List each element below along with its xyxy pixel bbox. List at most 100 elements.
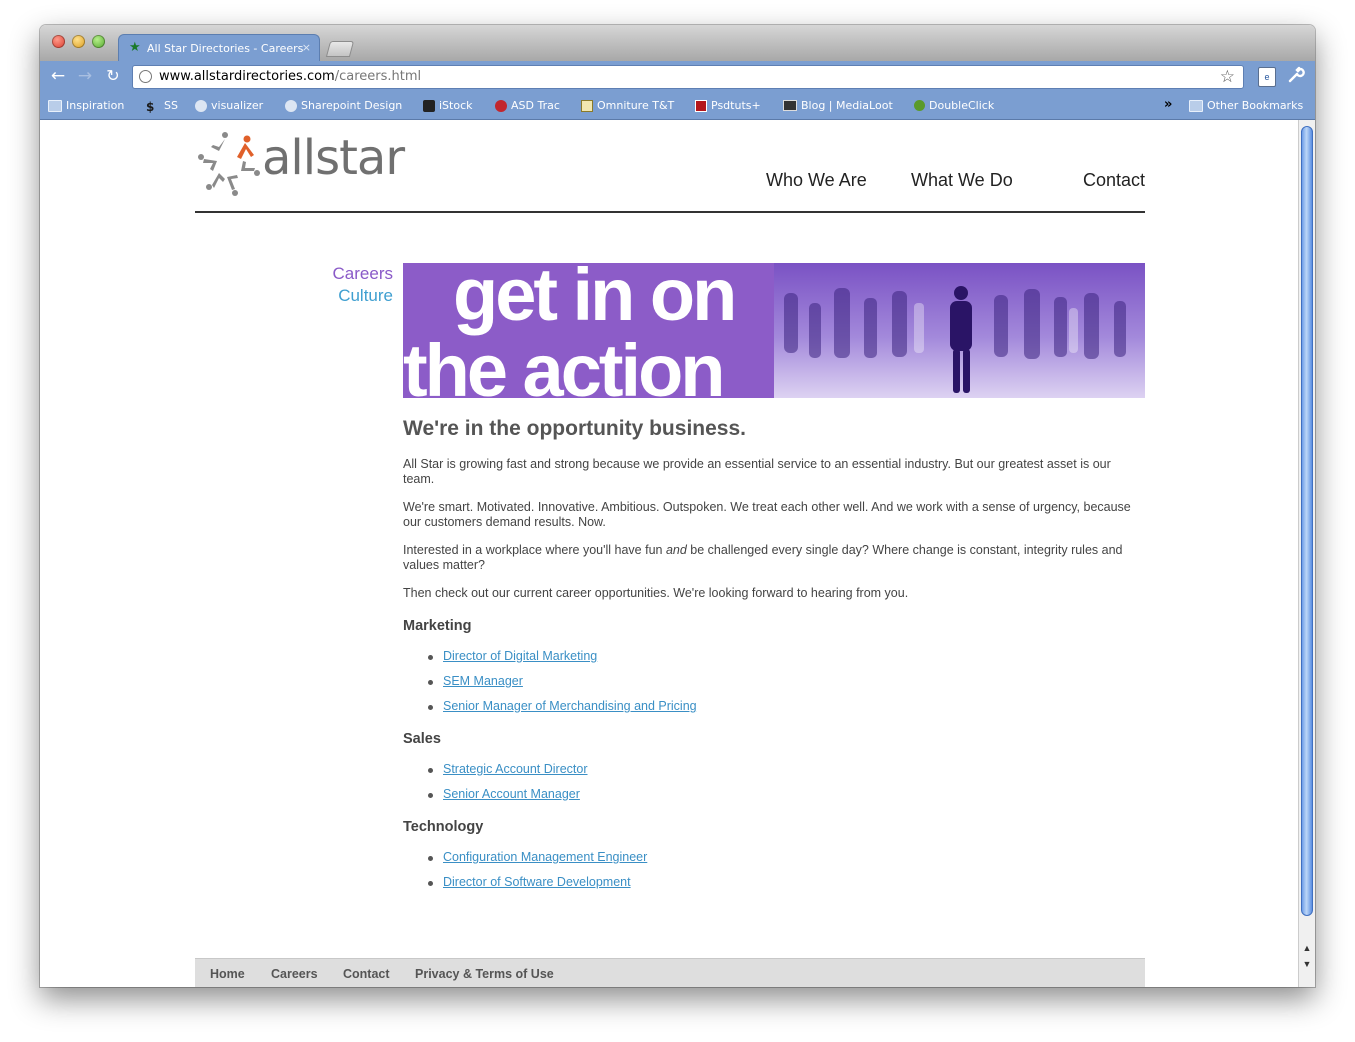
bookmark-label: ASD Trac bbox=[511, 99, 560, 112]
intro-paragraph-3: Interested in a workplace where you'll h… bbox=[403, 543, 1145, 573]
address-bar[interactable]: www.allstardirectories.com/careers.html … bbox=[132, 65, 1244, 89]
intro-paragraph-4: Then check out our current career opport… bbox=[403, 586, 909, 600]
bookmark-star-icon[interactable]: ☆ bbox=[1220, 66, 1235, 88]
other-bookmarks[interactable]: Other Bookmarks bbox=[1189, 99, 1303, 112]
allstar-people-icon bbox=[198, 132, 260, 196]
page-footer: Home Careers Contact Privacy & Terms of … bbox=[195, 958, 1145, 987]
close-window-button[interactable] bbox=[52, 35, 65, 48]
page-viewport: allstar Who We Are What We Do Contact Ca… bbox=[40, 120, 1298, 987]
para-emphasis: and bbox=[665, 543, 687, 557]
list-item: Strategic Account Director bbox=[403, 762, 1145, 777]
list-item: Senior Manager of Merchandising and Pric… bbox=[403, 699, 1145, 714]
scroll-up-arrow-icon[interactable]: ▲ bbox=[1301, 942, 1313, 954]
hero-line-1: get in on bbox=[453, 263, 737, 336]
istock-icon bbox=[423, 99, 435, 112]
hero-crowd-photo bbox=[774, 263, 1145, 398]
job-link[interactable]: Senior Account Manager bbox=[443, 787, 580, 801]
url-path: /careers.html bbox=[334, 69, 422, 84]
bookmark-label: Psdtuts+ bbox=[711, 99, 761, 112]
zoom-window-button[interactable] bbox=[92, 35, 105, 48]
bookmark-visualizer[interactable]: visualizer bbox=[195, 99, 263, 112]
crowd-silhouettes-image bbox=[784, 286, 1126, 393]
footer-contact-link[interactable]: Contact bbox=[343, 967, 390, 981]
bookmarks-overflow-button[interactable]: » bbox=[1164, 97, 1172, 112]
globe-icon bbox=[285, 99, 297, 112]
nav-what-we-do[interactable]: What We Do bbox=[911, 170, 1013, 191]
bookmark-label: Sharepoint Design bbox=[301, 99, 403, 112]
bookmark-doubleclick[interactable]: DoubleClick bbox=[914, 99, 994, 112]
folder-icon bbox=[1189, 99, 1203, 112]
bookmark-label: Inspiration bbox=[66, 99, 125, 112]
job-link[interactable]: Senior Manager of Merchandising and Pric… bbox=[443, 699, 697, 713]
para-text: Interested in a workplace where you'll h… bbox=[403, 543, 666, 557]
nav-who-we-are[interactable]: Who We Are bbox=[766, 170, 867, 191]
bookmark-label: Omniture T&T bbox=[597, 99, 675, 112]
browser-window: ★ All Star Directories - Careers × ← → ↻… bbox=[40, 25, 1315, 987]
list-item: Configuration Management Engineer bbox=[403, 850, 1145, 865]
sales-job-list: Strategic Account Director Senior Accoun… bbox=[403, 762, 1145, 802]
list-item: Senior Account Manager bbox=[403, 787, 1145, 802]
footer-home-link[interactable]: Home bbox=[210, 967, 245, 981]
bookmark-ss[interactable]: $ SS bbox=[146, 99, 178, 114]
vertical-scrollbar[interactable]: ▲ ▼ bbox=[1298, 120, 1315, 987]
bookmark-medialoot[interactable]: Blog | MediaLoot bbox=[783, 99, 893, 112]
psdtuts-icon bbox=[695, 99, 707, 112]
list-item: SEM Manager bbox=[403, 674, 1145, 689]
bookmark-inspiration[interactable]: Inspiration bbox=[48, 99, 124, 112]
category-sales: Sales bbox=[403, 731, 441, 747]
new-tab-button[interactable] bbox=[325, 41, 355, 57]
scrollbar-thumb[interactable] bbox=[1301, 126, 1313, 916]
folder-icon bbox=[48, 99, 62, 112]
back-button[interactable]: ← bbox=[48, 66, 68, 86]
page-menu-icon[interactable]: e bbox=[1258, 67, 1276, 87]
bookmark-label: SS bbox=[164, 99, 178, 112]
job-link[interactable]: Director of Software Development bbox=[443, 875, 631, 889]
bookmark-label: iStock bbox=[439, 99, 473, 112]
careers-content: We're in the opportunity business. All S… bbox=[403, 417, 1145, 900]
chart-icon bbox=[581, 99, 593, 112]
nav-contact[interactable]: Contact bbox=[1083, 170, 1145, 191]
allstar-logo[interactable]: allstar bbox=[195, 127, 425, 199]
side-nav-culture[interactable]: Culture bbox=[290, 285, 393, 307]
side-nav-careers[interactable]: Careers bbox=[290, 263, 393, 285]
technology-job-list: Configuration Management Engineer Direct… bbox=[403, 850, 1145, 890]
bookmark-label: DoubleClick bbox=[929, 99, 995, 112]
side-navigation: Careers Culture bbox=[290, 263, 393, 307]
wrench-icon[interactable] bbox=[1288, 66, 1305, 88]
bookmark-sharepoint-design[interactable]: Sharepoint Design bbox=[285, 99, 402, 112]
job-link[interactable]: SEM Manager bbox=[443, 674, 523, 688]
category-technology: Technology bbox=[403, 819, 484, 835]
header-divider bbox=[195, 211, 1145, 213]
tab-careers[interactable]: ★ All Star Directories - Careers × bbox=[118, 34, 320, 62]
bookmark-psdtuts[interactable]: Psdtuts+ bbox=[695, 99, 761, 112]
doubleclick-icon bbox=[914, 100, 925, 111]
marketing-job-list: Director of Digital Marketing SEM Manage… bbox=[403, 649, 1145, 714]
allstar-favicon-icon: ★ bbox=[129, 40, 141, 55]
close-tab-icon[interactable]: × bbox=[302, 41, 311, 54]
job-link[interactable]: Strategic Account Director bbox=[443, 762, 588, 776]
logo-wordmark: allstar bbox=[262, 130, 405, 186]
intro-paragraph-1: All Star is growing fast and strong beca… bbox=[403, 457, 1111, 486]
page-headline: We're in the opportunity business. bbox=[403, 417, 746, 440]
forward-button[interactable]: → bbox=[75, 66, 95, 86]
bookmark-istock[interactable]: iStock bbox=[423, 99, 473, 112]
toolbar: ← → ↻ www.allstardirectories.com/careers… bbox=[40, 61, 1315, 92]
globe-icon bbox=[139, 70, 152, 83]
bookmark-asd-trac[interactable]: ASD Trac bbox=[495, 99, 560, 112]
bookmarks-bar: Inspiration $ SS visualizer Sharepoint De… bbox=[40, 92, 1315, 120]
bookmark-omniture[interactable]: Omniture T&T bbox=[581, 99, 674, 112]
minimize-window-button[interactable] bbox=[72, 35, 85, 48]
bookmark-label: Blog | MediaLoot bbox=[801, 99, 893, 112]
footer-careers-link[interactable]: Careers bbox=[271, 967, 318, 981]
scroll-down-arrow-icon[interactable]: ▼ bbox=[1301, 958, 1313, 970]
trac-icon bbox=[495, 99, 507, 112]
reload-button[interactable]: ↻ bbox=[103, 66, 123, 86]
job-link[interactable]: Configuration Management Engineer bbox=[443, 850, 647, 864]
tab-title: All Star Directories - Careers bbox=[147, 42, 304, 55]
tab-strip: ★ All Star Directories - Careers × bbox=[40, 25, 1315, 62]
ss-icon: $ bbox=[146, 99, 155, 114]
hero-banner: get in on the action bbox=[403, 263, 1145, 398]
medialoot-icon bbox=[783, 100, 797, 111]
job-link[interactable]: Director of Digital Marketing bbox=[443, 649, 597, 663]
footer-privacy-link[interactable]: Privacy & Terms of Use bbox=[415, 967, 554, 981]
